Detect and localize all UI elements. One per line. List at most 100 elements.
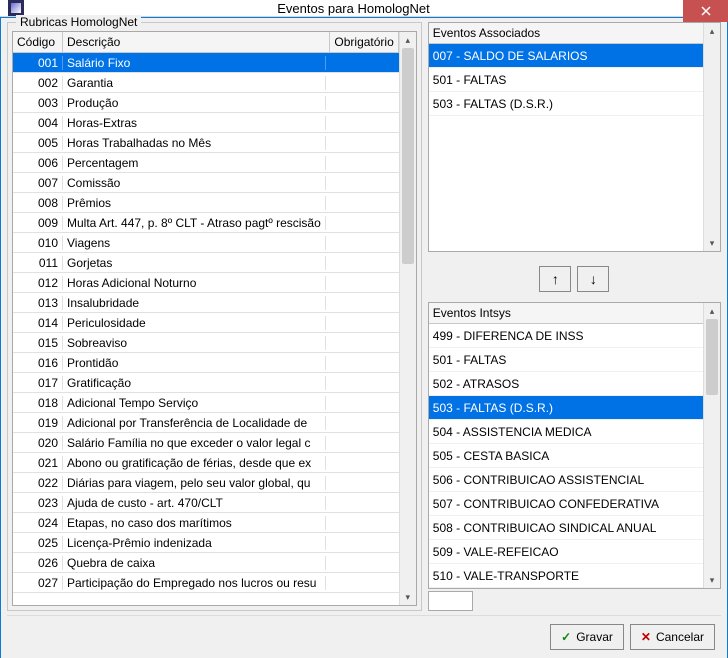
close-icon xyxy=(701,6,711,16)
scroll-thumb[interactable] xyxy=(402,48,414,264)
scroll-down-icon[interactable]: ▾ xyxy=(704,572,720,588)
table-row[interactable]: 021Abono ou gratificação de férias, desd… xyxy=(13,453,399,473)
col-obrigatorio[interactable]: Obrigatório xyxy=(330,32,398,53)
cell-codigo: 020 xyxy=(13,436,63,450)
list-item[interactable]: 501 - FALTAS xyxy=(429,348,703,372)
cell-codigo: 013 xyxy=(13,296,63,310)
list-item[interactable]: 502 - ATRASOS xyxy=(429,372,703,396)
list-item[interactable]: 503 - FALTAS (D.S.R.) xyxy=(429,92,703,116)
list-item[interactable]: 509 - VALE-REFEICAO xyxy=(429,540,703,564)
cell-codigo: 018 xyxy=(13,396,63,410)
table-row[interactable]: 012Horas Adicional Noturno xyxy=(13,273,399,293)
cell-codigo: 001 xyxy=(13,56,63,70)
table-row[interactable]: 019Adicional por Transferência de Locali… xyxy=(13,413,399,433)
rubricas-scrollbar[interactable]: ▴ ▾ xyxy=(399,32,416,605)
list-item[interactable]: 505 - CESTA BASICA xyxy=(429,444,703,468)
table-row[interactable]: 023Ajuda de custo - art. 470/CLT xyxy=(13,493,399,513)
scroll-track[interactable] xyxy=(400,48,416,589)
cell-descricao: Licença-Prêmio indenizada xyxy=(63,536,326,550)
cell-codigo: 010 xyxy=(13,236,63,250)
table-row[interactable]: 006Percentagem xyxy=(13,153,399,173)
table-row[interactable]: 003Produção xyxy=(13,93,399,113)
x-icon: ✕ xyxy=(641,630,651,644)
eventos-associados-list[interactable]: Eventos Associados 007 - SALDO DE SALARI… xyxy=(428,22,721,252)
groupbox-title: Rubricas HomologNet xyxy=(16,15,141,29)
table-row[interactable]: 015Sobreaviso xyxy=(13,333,399,353)
intsys-scrollbar[interactable]: ▴ ▾ xyxy=(703,303,720,588)
table-row[interactable]: 002Garantia xyxy=(13,73,399,93)
save-button[interactable]: ✓ Gravar xyxy=(550,624,624,650)
scroll-thumb[interactable] xyxy=(706,319,718,395)
move-up-button[interactable]: ↑ xyxy=(539,266,571,292)
list-item[interactable]: 510 - VALE-TRANSPORTE xyxy=(429,564,703,588)
table-row[interactable]: 009Multa Art. 447, p. 8º CLT - Atraso pa… xyxy=(13,213,399,233)
cell-codigo: 002 xyxy=(13,76,63,90)
intsys-filter-input[interactable] xyxy=(428,591,473,611)
table-row[interactable]: 013Insalubridade xyxy=(13,293,399,313)
assoc-scrollbar[interactable]: ▴ ▾ xyxy=(703,23,720,251)
list-item[interactable]: 507 - CONTRIBUICAO CONFEDERATIVA xyxy=(429,492,703,516)
list-item[interactable]: 506 - CONTRIBUICAO ASSISTENCIAL xyxy=(429,468,703,492)
cell-descricao: Insalubridade xyxy=(63,296,326,310)
table-row[interactable]: 018Adicional Tempo Serviço xyxy=(13,393,399,413)
cell-descricao: Comissão xyxy=(63,176,326,190)
table-row[interactable]: 008Prêmios xyxy=(13,193,399,213)
list-item[interactable]: 499 - DIFERENCA DE INSS xyxy=(429,324,703,348)
table-row[interactable]: 001Salário Fixo xyxy=(13,53,399,73)
intsys-header[interactable]: Eventos Intsys xyxy=(429,303,703,324)
list-item[interactable]: 007 - SALDO DE SALARIOS xyxy=(429,44,703,68)
arrow-up-icon: ↑ xyxy=(552,271,559,287)
cancel-button[interactable]: ✕ Cancelar xyxy=(630,624,715,650)
scroll-up-icon[interactable]: ▴ xyxy=(400,32,416,48)
cell-descricao: Periculosidade xyxy=(63,316,326,330)
cell-codigo: 027 xyxy=(13,576,63,590)
cell-codigo: 024 xyxy=(13,516,63,530)
scroll-down-icon[interactable]: ▾ xyxy=(400,589,416,605)
cell-descricao: Prêmios xyxy=(63,196,326,210)
table-row[interactable]: 010Viagens xyxy=(13,233,399,253)
cell-codigo: 016 xyxy=(13,356,63,370)
scroll-track[interactable] xyxy=(704,319,720,572)
table-row[interactable]: 026Quebra de caixa xyxy=(13,553,399,573)
list-item[interactable]: 504 - ASSISTENCIA MEDICA xyxy=(429,420,703,444)
cell-descricao: Diárias para viagem, pelo seu valor glob… xyxy=(63,476,326,490)
col-codigo[interactable]: Código xyxy=(13,32,63,53)
table-row[interactable]: 024Etapas, no caso dos marítimos xyxy=(13,513,399,533)
cell-descricao: Percentagem xyxy=(63,156,326,170)
cell-descricao: Horas Trabalhadas no Mês xyxy=(63,136,326,150)
window: Eventos para HomologNet Rubricas Homolog… xyxy=(0,0,728,658)
scroll-up-icon[interactable]: ▴ xyxy=(704,303,720,319)
table-row[interactable]: 016Prontidão xyxy=(13,353,399,373)
table-row[interactable]: 011Gorjetas xyxy=(13,253,399,273)
button-row: ✓ Gravar ✕ Cancelar xyxy=(7,615,721,658)
list-item[interactable]: 508 - CONTRIBUICAO SINDICAL ANUAL xyxy=(429,516,703,540)
cell-codigo: 009 xyxy=(13,216,63,230)
assoc-list-main: Eventos Associados 007 - SALDO DE SALARI… xyxy=(429,23,703,251)
col-descricao[interactable]: Descrição xyxy=(63,32,330,53)
scroll-up-icon[interactable]: ▴ xyxy=(704,23,720,39)
table-row[interactable]: 005Horas Trabalhadas no Mês xyxy=(13,133,399,153)
assoc-header[interactable]: Eventos Associados xyxy=(429,23,703,44)
list-item[interactable]: 501 - FALTAS xyxy=(429,68,703,92)
table-row[interactable]: 004Horas-Extras xyxy=(13,113,399,133)
table-row[interactable]: 020Salário Família no que exceder o valo… xyxy=(13,433,399,453)
table-row[interactable]: 025Licença-Prêmio indenizada xyxy=(13,533,399,553)
cell-codigo: 023 xyxy=(13,496,63,510)
cell-descricao: Etapas, no caso dos marítimos xyxy=(63,516,326,530)
table-row[interactable]: 014Periculosidade xyxy=(13,313,399,333)
cell-codigo: 011 xyxy=(13,256,63,270)
eventos-intsys-list[interactable]: Eventos Intsys 499 - DIFERENCA DE INSS50… xyxy=(428,302,721,589)
close-button[interactable] xyxy=(683,0,728,22)
table-row[interactable]: 007Comissão xyxy=(13,173,399,193)
scroll-down-icon[interactable]: ▾ xyxy=(704,235,720,251)
cell-descricao: Participação do Empregado nos lucros ou … xyxy=(63,576,326,590)
rubricas-table[interactable]: Código Descrição Obrigatório 001Salário … xyxy=(12,31,417,606)
table-row[interactable]: 022Diárias para viagem, pelo seu valor g… xyxy=(13,473,399,493)
scroll-track[interactable] xyxy=(704,39,720,235)
table-row[interactable]: 027Participação do Empregado nos lucros … xyxy=(13,573,399,593)
move-down-button[interactable]: ↓ xyxy=(577,266,609,292)
check-icon: ✓ xyxy=(561,630,571,644)
list-item[interactable]: 503 - FALTAS (D.S.R.) xyxy=(429,396,703,420)
right-panel: Eventos Associados 007 - SALDO DE SALARI… xyxy=(428,22,721,611)
table-row[interactable]: 017Gratificação xyxy=(13,373,399,393)
